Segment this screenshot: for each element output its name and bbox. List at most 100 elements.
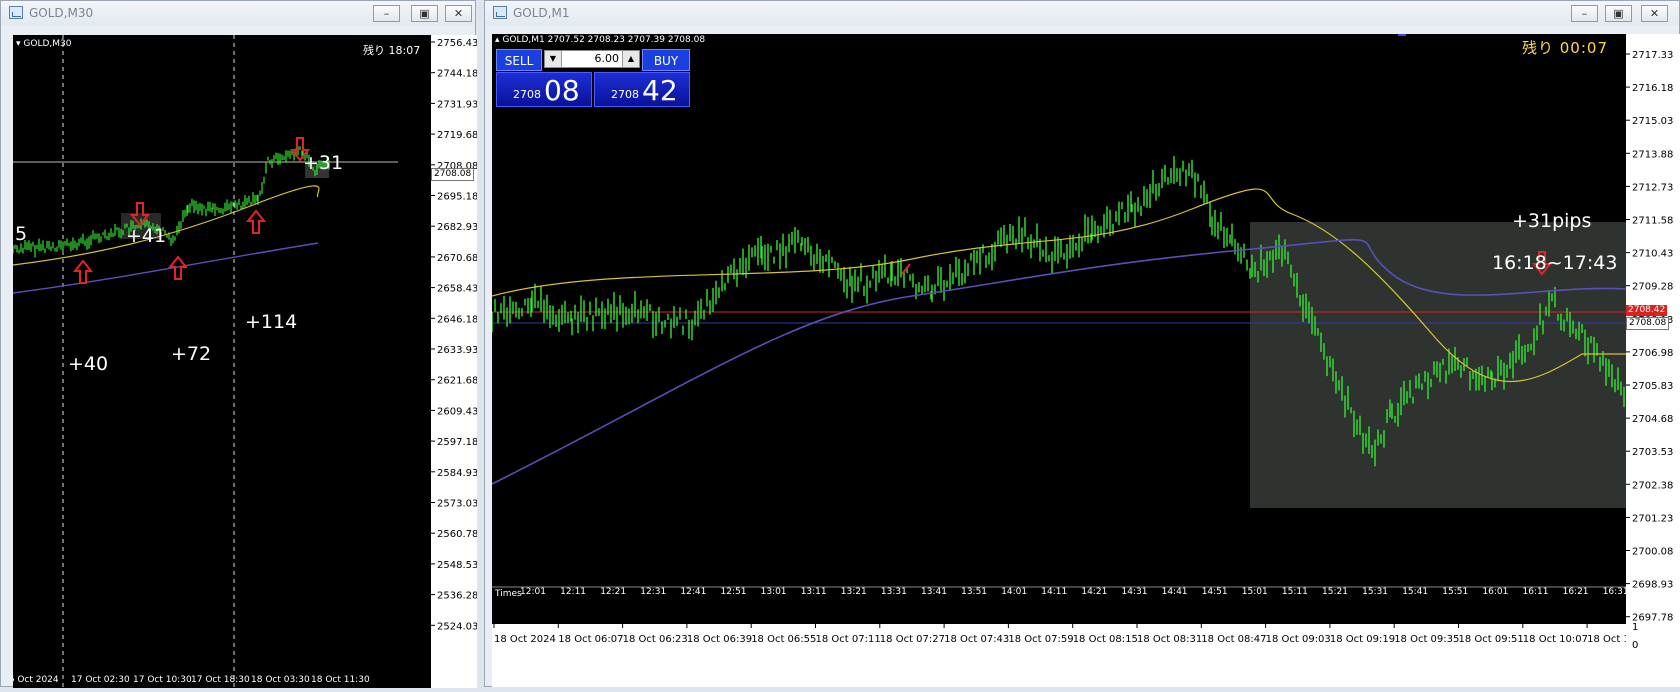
- left-titlebar[interactable]: GOLD,M30 – ▣ ✕: [1, 1, 475, 25]
- times-row-label: 16:31: [1603, 587, 1626, 597]
- minimize-button[interactable]: –: [373, 5, 400, 22]
- one-click-trade-panel: SELL ▼ 6.00 ▲ BUY 2708 08 2708 42: [496, 49, 690, 107]
- time-tick-label: 18 Oct 10:07: [1523, 634, 1588, 645]
- close-button[interactable]: ✕: [1641, 5, 1668, 22]
- times-row-label: 12:31: [640, 587, 666, 597]
- price-tick-label: 2710.43: [1632, 249, 1673, 260]
- times-row-label: 15:21: [1322, 587, 1348, 597]
- time-tick-label: 17 Oct 18:30: [191, 675, 250, 685]
- price-tick-label: 2704.68: [1632, 414, 1673, 425]
- annotation-plus41: +41: [126, 225, 167, 247]
- times-row-label: 15:51: [1442, 587, 1468, 597]
- annotation-5: 5: [15, 223, 28, 245]
- time-tick-label: 18 Oct 06:07: [558, 634, 623, 645]
- price-tick-label: 2633.93: [437, 345, 477, 356]
- sub-axis-label: 0: [1632, 640, 1638, 651]
- sell-button[interactable]: SELL: [496, 49, 542, 71]
- price-tick-label: 2701.23: [1632, 513, 1673, 524]
- times-row-label: 12:01: [520, 587, 546, 597]
- time-tick-label: 18 Oct 03:30: [251, 675, 310, 685]
- buy-arrow-icon: [167, 255, 189, 280]
- lot-size-field[interactable]: ▼ 6.00 ▲: [544, 50, 640, 68]
- time-tick-label: 16 Oct 2024: [13, 675, 59, 685]
- buy-price-box[interactable]: 2708 42: [594, 72, 690, 107]
- left-symbol-text: GOLD,M30: [23, 39, 72, 49]
- ma-slow-line: [13, 242, 319, 294]
- maximize-button[interactable]: ▣: [1605, 5, 1632, 22]
- times-row-label: 15:31: [1362, 587, 1388, 597]
- time-tick-label: 18 Oct 08:31: [1137, 634, 1202, 645]
- price-tick-label: 2744.18: [437, 69, 477, 80]
- price-tick-label: 2703.53: [1632, 447, 1673, 458]
- right-window-title: GOLD,M1: [513, 6, 570, 20]
- annotation-plus31-left: +31: [303, 152, 344, 174]
- ask-price-tag: 2708.42: [1626, 305, 1668, 316]
- times-row-label: 16:01: [1482, 587, 1508, 597]
- times-row-label: 13:51: [961, 587, 987, 597]
- buy-arrow-icon: [72, 259, 94, 284]
- price-tick-label: 2524.03: [437, 621, 477, 632]
- maximize-button[interactable]: ▣: [411, 5, 438, 22]
- time-tick-label: 18 Oct 07:59: [1008, 634, 1073, 645]
- price-tick-label: 2658.43: [437, 284, 477, 295]
- price-tick-label: 2711.58: [1632, 216, 1673, 227]
- times-row-label: 16:21: [1563, 587, 1589, 597]
- buy-price-prefix: 2708: [611, 88, 639, 101]
- right-symbol-label: ▴ GOLD,M1 2707.52 2708.23 2707.39 2708.0…: [495, 35, 706, 45]
- time-tick-label: 18 Oct 2024: [494, 634, 556, 645]
- bid-price-tag: 2708.08: [1626, 317, 1670, 330]
- times-row-label: 15:41: [1402, 587, 1428, 597]
- times-row-label: 14:11: [1041, 587, 1067, 597]
- price-tick-label: 2702.38: [1632, 480, 1673, 491]
- times-row-label: 12:21: [600, 587, 626, 597]
- left-symbol-label: ▾ GOLD,M30: [16, 39, 72, 49]
- time-tick-label: 18 Oct 06:39: [687, 634, 752, 645]
- right-remaining-time: 残り 00:07: [1522, 39, 1608, 57]
- time-tick-label: 18 Oct 08:47: [1201, 634, 1266, 645]
- times-row-label: 14:31: [1122, 587, 1148, 597]
- time-tick-label: 18 Oct 09:51: [1459, 634, 1524, 645]
- sell-price-box[interactable]: 2708 08: [496, 72, 592, 107]
- price-tick-label: 2609.43: [437, 406, 477, 417]
- chart-window-icon: [9, 6, 23, 19]
- lot-decrease-icon[interactable]: ▼: [545, 51, 562, 67]
- annotation-plus72: +72: [171, 343, 212, 365]
- buy-button[interactable]: BUY: [642, 49, 690, 71]
- price-tick-label: 2731.93: [437, 99, 477, 110]
- buy-price-big: 42: [642, 74, 678, 107]
- times-row-label: 12:11: [560, 587, 586, 597]
- time-tick-label: 18 Oct 08:15: [1073, 634, 1138, 645]
- price-tick-label: 2700.08: [1632, 547, 1673, 558]
- time-tick-label: 18 Oct 06:55: [751, 634, 816, 645]
- price-tick-label: 2756.43: [437, 38, 477, 49]
- left-price-axis: 2756.43 2744.18 2731.93 2719.68 2708.08 2695.…: [431, 35, 478, 688]
- times-row-label: 13:21: [841, 587, 867, 597]
- times-row-label: 14:01: [1001, 587, 1027, 597]
- time-tick-label: 17 Oct 02:30: [71, 675, 130, 685]
- right-titlebar[interactable]: GOLD,M1 – ▣ ✕: [485, 1, 1679, 25]
- chart-window-icon: [493, 6, 507, 19]
- times-row-label: 14:51: [1202, 587, 1228, 597]
- sell-price-big: 08: [544, 74, 580, 107]
- annotation-plus40: +40: [68, 353, 109, 375]
- annotation-time-range: 16:18~17:43: [1492, 252, 1618, 274]
- time-tick-label: 18 Oct 09:19: [1330, 634, 1395, 645]
- time-tick-label: 18 Oct 07:27: [880, 634, 945, 645]
- left-chart-canvas[interactable]: ▾ GOLD,M30 残り 18:07 5 +41 +40 +72 +114 +…: [13, 35, 431, 688]
- price-tick-label: 2646.18: [437, 314, 477, 325]
- price-tick-label: 2536.28: [437, 591, 477, 602]
- top-marker: [1398, 34, 1406, 36]
- right-chart-canvas[interactable]: Times 12:01 12:11 12:21 12:31 12:41 12:51 13:01…: [492, 34, 1626, 624]
- price-tick-label: 2716.18: [1632, 83, 1673, 94]
- left-window-title: GOLD,M30: [29, 6, 94, 20]
- price-tick-label: 2713.88: [1632, 149, 1673, 160]
- price-tick-label: 2560.78: [437, 529, 477, 540]
- time-tick-label: 18 Oct 10:23: [1587, 634, 1626, 645]
- price-tick-label: 2695.18: [437, 192, 477, 203]
- price-tick-label: 2682.93: [437, 222, 477, 233]
- close-button[interactable]: ✕: [445, 5, 472, 22]
- lot-increase-icon[interactable]: ▲: [622, 51, 639, 67]
- lot-size-value[interactable]: 6.00: [595, 52, 620, 65]
- price-tick-label: 2719.68: [437, 130, 477, 141]
- minimize-button[interactable]: –: [1571, 5, 1598, 22]
